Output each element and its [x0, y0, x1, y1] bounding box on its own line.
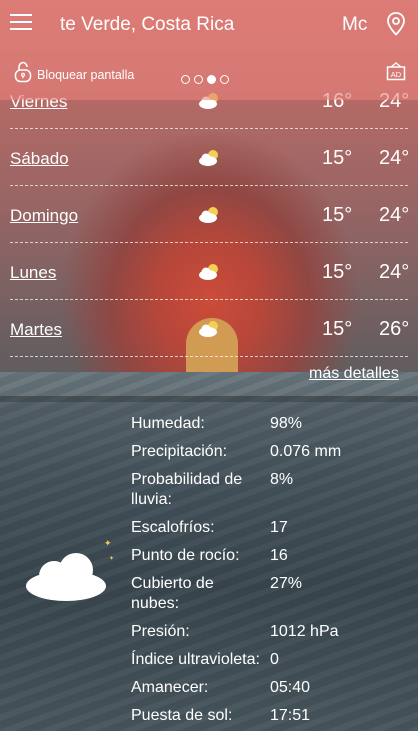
forecast-high: 24° [379, 261, 410, 283]
forecast-low: 15° [322, 204, 353, 226]
forecast-day[interactable]: Domingo [10, 206, 78, 226]
detail-value: 16 [270, 547, 288, 564]
forecast-day[interactable]: Lunes [10, 263, 56, 283]
detail-label: Cubierto de nubes: [131, 575, 214, 612]
lock-screen-label: Bloquear pantalla [37, 67, 135, 82]
detail-label: Puesta de sol: [131, 707, 233, 724]
detail-label: Humedad: [131, 415, 205, 432]
weather-details-panel: ✦ ✦ Humedad: 98% Precipitación: 0.076 mm… [0, 402, 418, 731]
detail-value: 1012 hPa [270, 623, 339, 640]
partly-cloudy-icon [197, 318, 221, 343]
page-indicator [181, 75, 229, 84]
forecast-high: 24° [379, 147, 410, 169]
forecast-low: 15° [322, 147, 353, 169]
svg-text:✦: ✦ [109, 555, 114, 562]
detail-value: 17 [270, 519, 288, 536]
forecast-row[interactable]: Sábado 15° 24° [0, 129, 418, 186]
detail-label: Punto de rocío: [131, 547, 240, 564]
detail-value: 27% [270, 575, 303, 592]
lock-screen-button[interactable]: Bloquear pantalla [14, 61, 134, 88]
forecast-day[interactable]: Sábado [10, 149, 69, 169]
page-dot[interactable] [181, 75, 190, 84]
partly-cloudy-icon [197, 261, 221, 286]
forecast-row[interactable]: Martes 15° 26° [0, 300, 418, 357]
svg-text:AD: AD [391, 70, 402, 79]
detail-label: Índice ultravioleta: [131, 651, 260, 668]
menu-icon[interactable] [10, 14, 32, 30]
row-divider [10, 356, 408, 357]
location-pin-icon[interactable] [386, 12, 406, 41]
detail-value: 17:51 [270, 707, 311, 724]
page-dot[interactable] [220, 75, 229, 84]
more-details-link[interactable]: más detalles [309, 365, 399, 383]
forecast-low: 15° [322, 318, 353, 340]
detail-value: 8% [270, 471, 294, 488]
detail-label: Escalofríos: [131, 519, 215, 536]
detail-value: 0 [270, 651, 279, 668]
forecast-row[interactable]: Lunes 15° 24° [0, 243, 418, 300]
detail-label: Presión: [131, 623, 190, 640]
app-bar: te Verde, Costa Rica Mc Bloquear pantall… [0, 0, 418, 100]
cloudy-night-icon: ✦ ✦ [24, 532, 114, 609]
remove-ads-icon[interactable]: AD [386, 61, 406, 86]
location-title[interactable]: te Verde, Costa Rica [60, 14, 234, 36]
next-location-title[interactable]: Mc [342, 14, 367, 36]
page-dot-active[interactable] [207, 75, 216, 84]
daily-forecast-list: Viernes 16° 24° Sábado 15° 24° Domingo 1… [0, 90, 418, 396]
detail-label: Precipitación: [131, 443, 228, 460]
detail-label: Probabilidad de lluvia: [131, 471, 243, 508]
forecast-day[interactable]: Martes [10, 320, 62, 340]
detail-value: 05:40 [270, 679, 311, 696]
detail-value: 98% [270, 415, 303, 432]
detail-value: 0.076 mm [270, 443, 342, 460]
forecast-high: 24° [379, 204, 410, 226]
partly-cloudy-icon [197, 204, 221, 229]
section-divider [0, 396, 418, 402]
page-dot[interactable] [194, 75, 203, 84]
partly-cloudy-icon [197, 147, 221, 172]
svg-text:✦: ✦ [104, 539, 112, 549]
forecast-low: 15° [322, 261, 353, 283]
detail-label: Amanecer: [131, 679, 209, 696]
forecast-high: 26° [379, 318, 410, 340]
padlock-icon [14, 61, 32, 88]
forecast-row[interactable]: Domingo 15° 24° [0, 186, 418, 243]
